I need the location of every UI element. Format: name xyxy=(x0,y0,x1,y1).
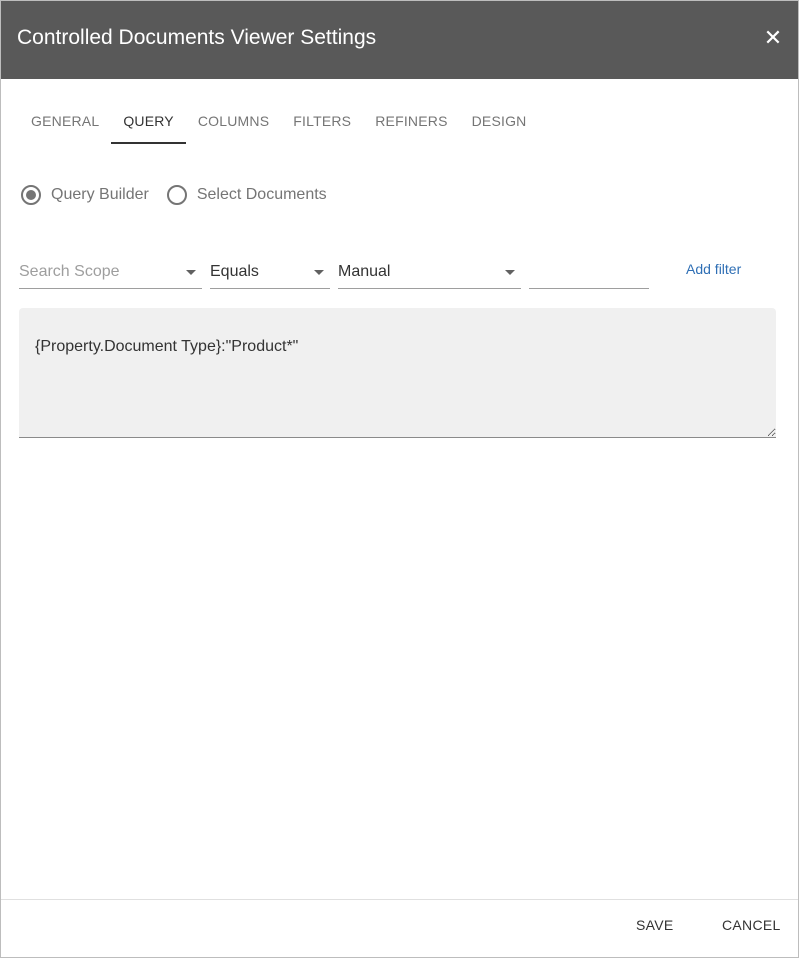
chevron-down-icon xyxy=(505,270,515,275)
value-type-value: Manual xyxy=(338,263,391,280)
tab-design[interactable]: DESIGN xyxy=(460,101,539,144)
select-documents-radio[interactable] xyxy=(166,185,187,205)
tab-bar: GENERAL QUERY COLUMNS FILTERS REFINERS D… xyxy=(19,101,539,144)
chevron-down-icon xyxy=(314,270,324,275)
tab-columns[interactable]: COLUMNS xyxy=(186,101,281,144)
dialog-header: Controlled Documents Viewer Settings ✕ xyxy=(1,1,798,79)
settings-dialog: Controlled Documents Viewer Settings ✕ G… xyxy=(0,0,799,958)
select-documents-option[interactable]: Select Documents xyxy=(166,185,327,205)
filter-value-input[interactable] xyxy=(529,257,649,289)
tab-general[interactable]: GENERAL xyxy=(19,101,111,144)
footer-divider xyxy=(1,899,798,900)
save-button[interactable]: SAVE xyxy=(636,917,674,933)
query-builder-radio[interactable] xyxy=(21,185,41,205)
close-icon[interactable]: ✕ xyxy=(761,26,785,50)
query-builder-option[interactable]: Query Builder xyxy=(21,185,149,205)
cancel-button[interactable]: CANCEL xyxy=(722,917,781,933)
tab-query[interactable]: QUERY xyxy=(111,101,186,144)
query-builder-label: Query Builder xyxy=(51,186,149,203)
query-text-area[interactable]: {Property.Document Type}:"Product*" xyxy=(19,308,776,438)
add-filter-link[interactable]: Add filter xyxy=(686,261,741,277)
search-scope-select[interactable]: Search Scope xyxy=(19,257,202,289)
chevron-down-icon xyxy=(186,270,196,275)
tab-refiners[interactable]: REFINERS xyxy=(363,101,459,144)
tab-filters[interactable]: FILTERS xyxy=(281,101,363,144)
value-type-select[interactable]: Manual xyxy=(338,257,521,289)
operator-value: Equals xyxy=(210,263,259,280)
query-mode-group: Query Builder Select Documents xyxy=(21,185,345,205)
dialog-title: Controlled Documents Viewer Settings xyxy=(17,26,377,49)
search-scope-placeholder: Search Scope xyxy=(19,263,120,280)
select-documents-label: Select Documents xyxy=(196,186,327,203)
operator-select[interactable]: Equals xyxy=(210,257,330,289)
